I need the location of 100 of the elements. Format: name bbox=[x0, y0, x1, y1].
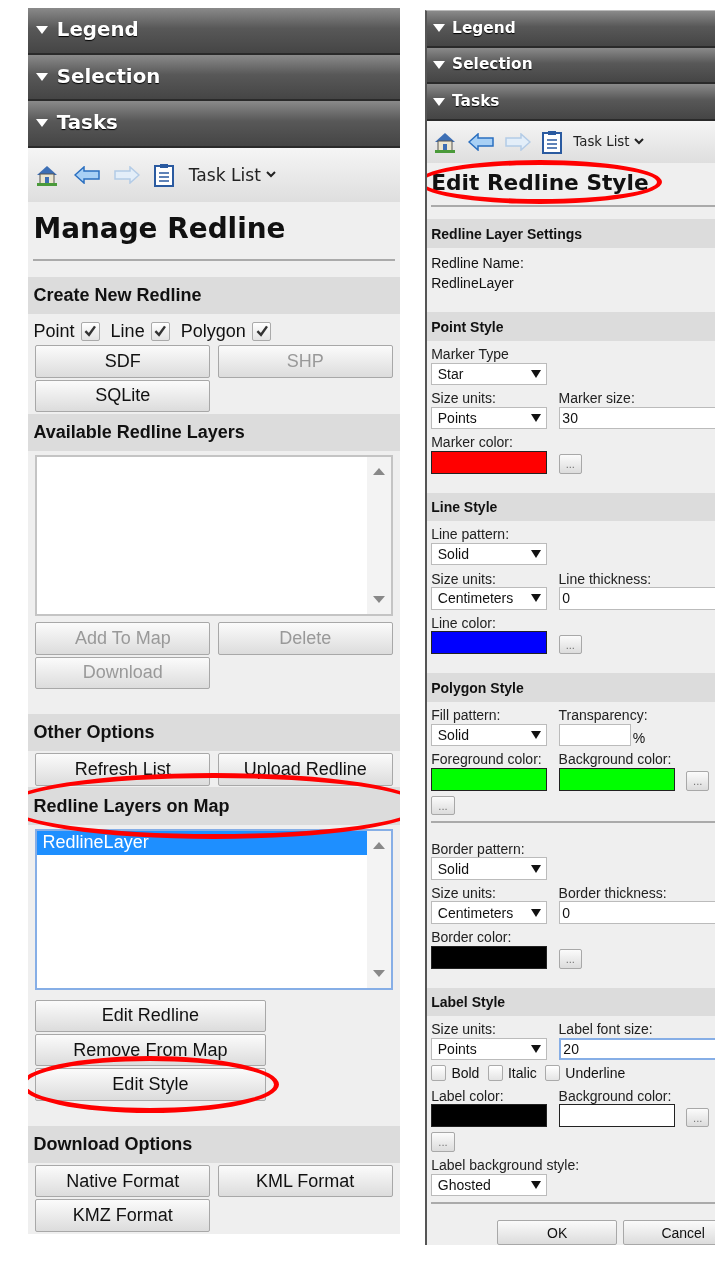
dropdown[interactable]: Solid bbox=[431, 723, 548, 746]
scroll-up-icon[interactable] bbox=[373, 468, 386, 476]
dropdown-arrow-icon bbox=[531, 1179, 542, 1190]
field-label: Size units: bbox=[431, 390, 497, 406]
field-label: Label font size: bbox=[558, 1021, 654, 1038]
scroll-up-icon[interactable] bbox=[373, 841, 386, 849]
action-button[interactable]: Native Format bbox=[35, 1165, 211, 1198]
action-button[interactable]: Edit Style bbox=[35, 1068, 266, 1101]
accordion-header[interactable]: Selection bbox=[427, 47, 715, 85]
color-swatch[interactable] bbox=[431, 450, 548, 474]
field-label: Line pattern: bbox=[431, 526, 511, 543]
color-picker-button[interactable]: ... bbox=[685, 1107, 710, 1128]
action-button[interactable]: SQLite bbox=[35, 379, 211, 412]
section-heading: Redline Layer Settings bbox=[427, 219, 715, 248]
accordion-title: Selection bbox=[56, 66, 161, 87]
dropdown-arrow-icon bbox=[531, 1044, 542, 1055]
task-list-menu[interactable]: Task List bbox=[573, 134, 644, 150]
dropdown-arrow-icon bbox=[531, 863, 542, 874]
action-button[interactable]: KML Format bbox=[217, 1165, 393, 1198]
color-picker-button[interactable]: ... bbox=[558, 454, 583, 474]
field-label: Transparency: bbox=[558, 706, 648, 723]
section-heading: Redline Layers on Map bbox=[28, 787, 400, 825]
dropdown[interactable]: Solid bbox=[431, 543, 548, 566]
input-field[interactable]: 0 bbox=[558, 587, 715, 610]
color-swatch[interactable] bbox=[431, 767, 548, 791]
dropdown[interactable]: Points bbox=[431, 1037, 548, 1061]
field-label: Marker size: bbox=[558, 390, 636, 406]
accordion-header[interactable]: Legend bbox=[427, 11, 715, 48]
dropdown[interactable]: Ghosted bbox=[431, 1173, 548, 1197]
checkbox[interactable] bbox=[80, 321, 100, 341]
color-picker-button[interactable]: ... bbox=[558, 949, 583, 969]
back-arrow-icon[interactable] bbox=[73, 165, 100, 184]
color-picker-button[interactable]: ... bbox=[685, 771, 710, 791]
chevron-down-icon bbox=[633, 138, 644, 146]
color-picker-button[interactable]: ... bbox=[431, 1132, 455, 1152]
checkbox[interactable] bbox=[431, 1065, 447, 1081]
accordion-title: Tasks bbox=[452, 93, 500, 110]
accordion-title: Tasks bbox=[56, 113, 118, 134]
color-picker-button[interactable]: ... bbox=[558, 634, 583, 655]
section-heading: Label Style bbox=[427, 987, 715, 1017]
action-button[interactable]: Remove From Map bbox=[35, 1034, 266, 1067]
accordion-header[interactable]: Tasks bbox=[28, 101, 400, 148]
field-label: Size units: bbox=[431, 1021, 497, 1038]
task-list-icon[interactable] bbox=[154, 162, 175, 187]
scrollbar[interactable] bbox=[367, 457, 391, 615]
color-swatch[interactable] bbox=[431, 1104, 548, 1128]
color-swatch[interactable] bbox=[431, 631, 548, 655]
dialog-button[interactable]: OK bbox=[497, 1220, 618, 1245]
color-swatch[interactable] bbox=[558, 1104, 675, 1128]
field-label: Border color: bbox=[431, 928, 513, 945]
color-picker-button[interactable]: ... bbox=[431, 795, 455, 816]
field-label: Border thickness: bbox=[558, 884, 668, 901]
field-label: Size units: bbox=[431, 570, 497, 587]
field-label: Background color: bbox=[558, 751, 673, 768]
dropdown[interactable]: Solid bbox=[431, 857, 548, 880]
section-heading: Download Options bbox=[28, 1126, 400, 1164]
action-button[interactable]: KMZ Format bbox=[35, 1199, 211, 1232]
back-arrow-icon[interactable] bbox=[467, 132, 494, 151]
panel-title: Manage Redline bbox=[33, 211, 286, 245]
accordion-header[interactable]: Legend bbox=[28, 8, 400, 55]
action-button[interactable]: SDF bbox=[35, 345, 211, 378]
dropdown[interactable]: Centimeters bbox=[431, 901, 548, 924]
dropdown[interactable]: Star bbox=[431, 362, 548, 385]
color-swatch[interactable] bbox=[431, 945, 548, 969]
dropdown-arrow-icon bbox=[531, 907, 542, 918]
checkbox[interactable] bbox=[545, 1065, 561, 1081]
checkbox[interactable] bbox=[252, 321, 272, 341]
dialog-button[interactable]: Cancel bbox=[623, 1220, 715, 1245]
scroll-down-icon[interactable] bbox=[373, 596, 386, 604]
checkbox-label: Polygon bbox=[180, 320, 246, 342]
task-list-icon[interactable] bbox=[542, 129, 563, 154]
accordion-title: Selection bbox=[452, 57, 533, 73]
action-button[interactable]: Refresh List bbox=[35, 753, 211, 786]
field-label: Line thickness: bbox=[558, 570, 653, 587]
color-swatch[interactable] bbox=[558, 767, 675, 791]
input-field[interactable] bbox=[558, 723, 632, 746]
task-list-menu[interactable]: Task List bbox=[188, 164, 277, 185]
section-heading: Create New Redline bbox=[28, 277, 400, 315]
checkbox-label: Line bbox=[110, 320, 145, 342]
accordion-header[interactable]: Selection bbox=[28, 54, 400, 102]
scrollbar[interactable] bbox=[367, 831, 391, 988]
dropdown-arrow-icon bbox=[531, 549, 542, 560]
unit-label: % bbox=[632, 730, 646, 746]
field-label: Line color: bbox=[431, 614, 497, 631]
field-label: Size units: bbox=[431, 884, 497, 901]
section-heading: Other Options bbox=[28, 714, 400, 752]
dropdown[interactable]: Centimeters bbox=[431, 587, 548, 610]
dropdown[interactable]: Points bbox=[431, 406, 548, 430]
checkbox[interactable] bbox=[150, 321, 171, 341]
field-label: Label background style: bbox=[431, 1157, 580, 1173]
input-field[interactable]: 30 bbox=[558, 406, 715, 430]
checkbox[interactable] bbox=[487, 1065, 504, 1081]
input-field[interactable]: 20 bbox=[558, 1037, 715, 1061]
accordion-header[interactable]: Tasks bbox=[427, 84, 715, 121]
input-field[interactable]: 0 bbox=[558, 901, 715, 924]
field-label: Foreground color: bbox=[431, 751, 543, 768]
field-label: Border pattern: bbox=[431, 840, 526, 857]
action-button[interactable]: Edit Redline bbox=[35, 999, 266, 1033]
scroll-down-icon[interactable] bbox=[373, 969, 386, 977]
field-label: Background color: bbox=[558, 1087, 673, 1104]
